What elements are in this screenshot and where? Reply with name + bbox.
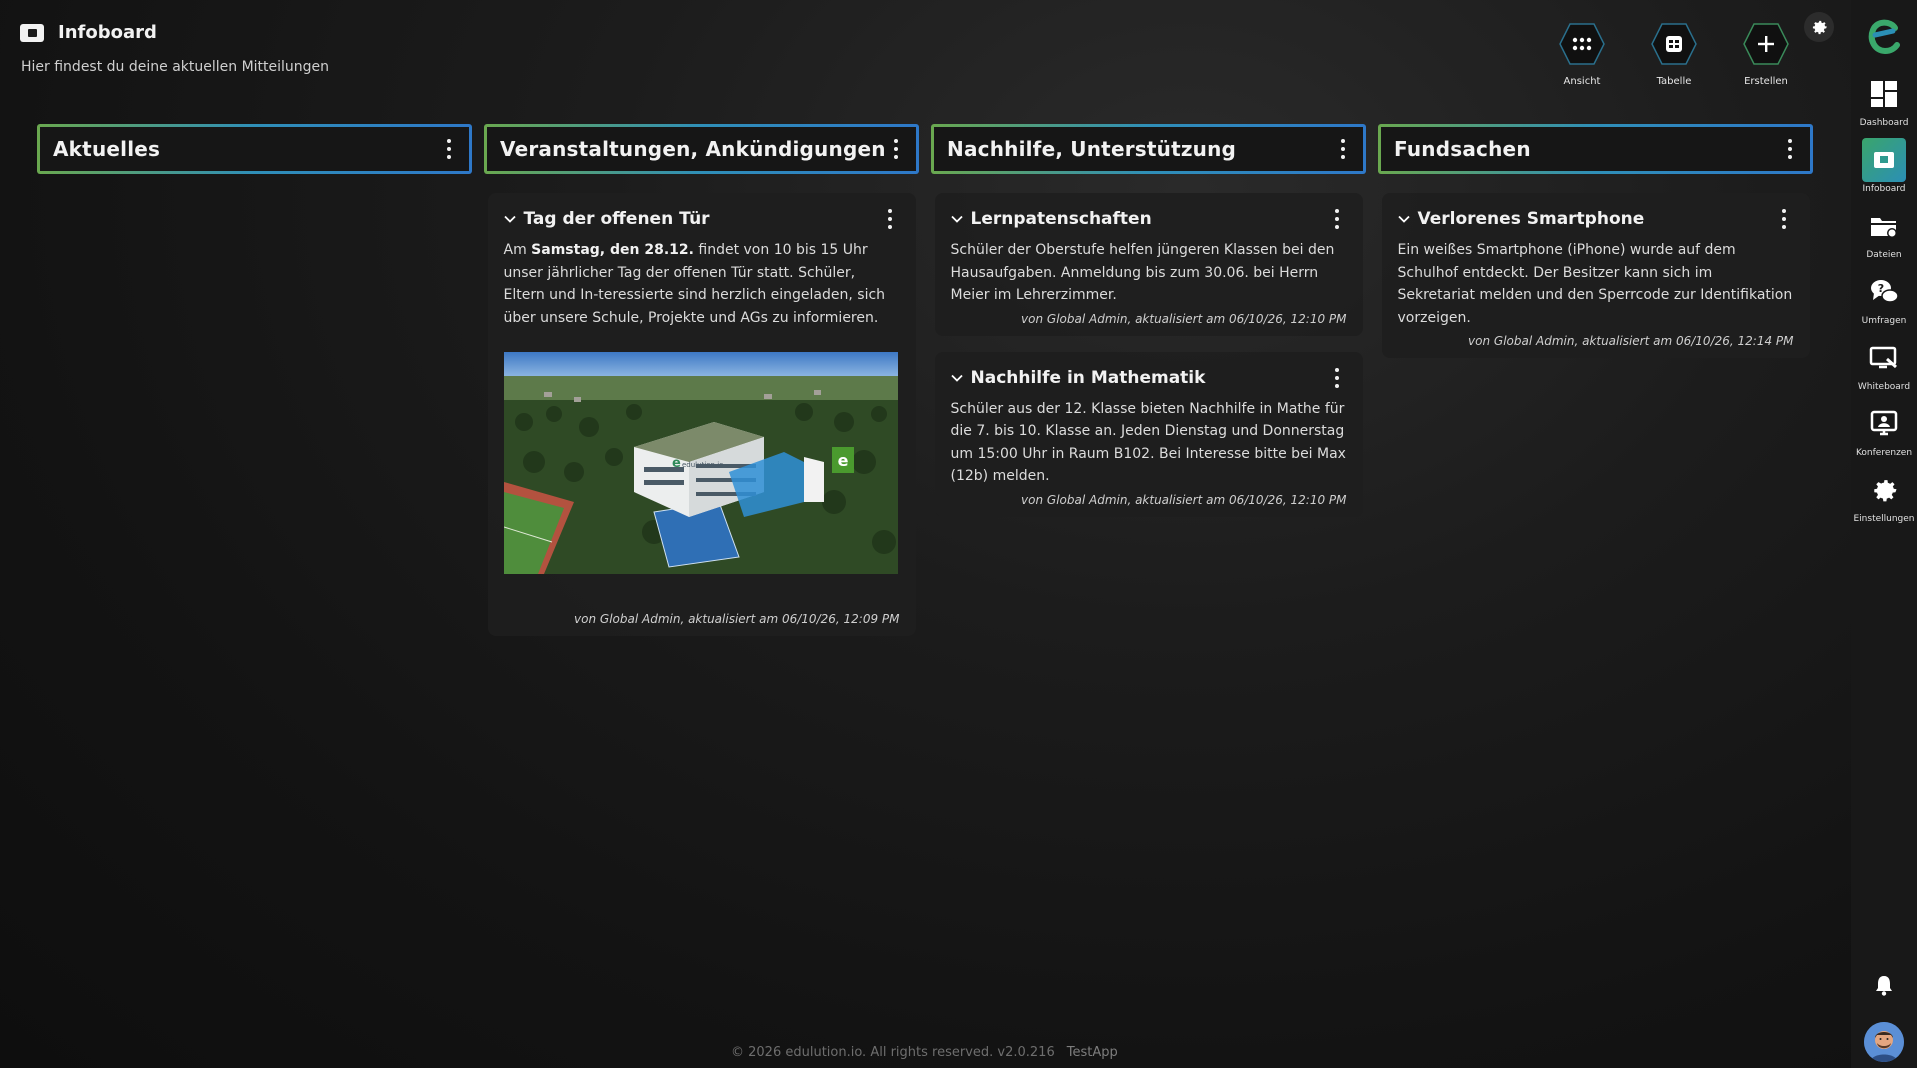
chevron-down-icon[interactable]: [950, 215, 963, 223]
user-avatar[interactable]: [1864, 1022, 1904, 1062]
sidebar: Dashboard Infoboard Dateien ? Umfragen W…: [1851, 0, 1917, 1068]
column-header: Nachhilfe, Unterstützung: [931, 124, 1366, 174]
sidebar-item-label: Infoboard: [1862, 184, 1906, 194]
footer: © 2026 edulution.io. All rights reserved…: [731, 1045, 1118, 1060]
column-menu-icon[interactable]: [886, 136, 906, 162]
column-title: Aktuelles: [53, 137, 161, 161]
column-header: Aktuelles: [37, 124, 472, 174]
sidebar-nav: Dashboard Infoboard Dateien ? Umfragen W…: [1853, 72, 1915, 524]
card-meta: von Global Admin, aktualisiert am 06/10/…: [1021, 492, 1347, 507]
card-title: Lernpatenschaften: [970, 209, 1152, 229]
card-lernpatenschaften[interactable]: Lernpatenschaften Schüler der Oberstufe …: [934, 193, 1363, 336]
column-veranstaltungen: Veranstaltungen, Ankündigungen Tag der o…: [484, 124, 919, 636]
column-title: Veranstaltungen, Ankündigungen: [500, 137, 886, 161]
column-menu-icon[interactable]: [1333, 136, 1353, 162]
column-aktuelles: Aktuelles: [37, 124, 472, 636]
sidebar-item-konferenzen[interactable]: Konferenzen: [1854, 402, 1914, 458]
sidebar-item-label: Konferenzen: [1855, 448, 1913, 458]
card-meta: von Global Admin, aktualisiert am 06/10/…: [1468, 334, 1794, 348]
svg-text:edulution.io: edulution.io: [682, 461, 723, 469]
card-list: Lernpatenschaften Schüler der Oberstufe …: [931, 193, 1366, 517]
sidebar-item-whiteboard[interactable]: Whiteboard: [1854, 336, 1914, 392]
footer-app-name: TestApp: [1066, 1045, 1118, 1060]
settings-button[interactable]: [1804, 12, 1834, 42]
infoboard-icon: [20, 23, 44, 42]
card-body: Schüler der Oberstufe helfen jüngeren Kl…: [950, 242, 1335, 303]
column-menu-icon[interactable]: [1780, 136, 1800, 162]
column-title: Nachhilfe, Unterstützung: [947, 137, 1237, 161]
sidebar-item-infoboard[interactable]: Infoboard: [1854, 138, 1914, 194]
card-body: Ein weißes Smartphone (iPhone) wurde auf…: [1397, 242, 1793, 326]
table-icon: [1666, 36, 1682, 52]
gear-icon: [1874, 480, 1897, 502]
card-menu-icon[interactable]: [880, 206, 900, 232]
grid-dots-icon: [1572, 37, 1592, 51]
folder-icon: [1871, 218, 1897, 238]
page-subtitle: Hier findest du deine aktuellen Mitteilu…: [21, 59, 330, 75]
svg-text:e: e: [837, 451, 848, 470]
column-menu-icon[interactable]: [439, 136, 459, 162]
card-list: Verlorenes Smartphone Ein weißes Smartph…: [1378, 193, 1813, 358]
card-title: Tag der offenen Tür: [523, 209, 710, 229]
footer-copyright: © 2026 edulution.io. All rights reserved…: [731, 1045, 1055, 1060]
conference-icon: [1870, 410, 1898, 436]
sidebar-item-einstellungen[interactable]: Einstellungen: [1853, 468, 1915, 524]
page-header: Infoboard Hier findest du deine aktuelle…: [20, 22, 329, 75]
sidebar-item-label: Whiteboard: [1857, 382, 1911, 392]
sidebar-item-dateien[interactable]: Dateien: [1854, 204, 1914, 260]
gear-icon: [1812, 20, 1827, 35]
sidebar-item-label: Dateien: [1866, 250, 1902, 260]
sidebar-item-label: Umfragen: [1861, 316, 1907, 326]
card-meta: von Global Admin, aktualisiert am 06/10/…: [574, 612, 900, 626]
card-menu-icon[interactable]: [1327, 206, 1347, 232]
column-header: Veranstaltungen, Ankündigungen: [484, 124, 919, 174]
card-list: Tag der offenen Tür Am Samstag, den 28.1…: [484, 193, 919, 636]
card-menu-icon[interactable]: [1327, 365, 1347, 391]
toolbar: Ansicht Tabelle Erstellen: [1559, 22, 1789, 87]
chevron-down-icon[interactable]: [950, 374, 963, 382]
create-button[interactable]: Erstellen: [1743, 22, 1789, 87]
column-header: Fundsachen: [1378, 124, 1813, 174]
page-title: Infoboard: [58, 22, 157, 43]
card-title: Nachhilfe in Mathematik: [970, 367, 1206, 388]
card-menu-icon[interactable]: [1774, 206, 1794, 232]
column-fundsachen: Fundsachen Verlorenes Smartphone Ein wei…: [1378, 124, 1813, 636]
board-columns: Aktuelles Veranstaltungen, Ankündigungen…: [37, 124, 1813, 636]
survey-chat-icon: ?: [1871, 280, 1899, 303]
edulution-logo-icon[interactable]: [1867, 18, 1901, 58]
column-nachhilfe: Nachhilfe, Unterstützung Lernpatenschaft…: [931, 124, 1366, 636]
card-meta: von Global Admin, aktualisiert am 06/10/…: [1021, 311, 1347, 326]
card-body: Schüler aus der 12. Klasse bieten Nachhi…: [950, 400, 1346, 485]
card-body: Am Samstag, den 28.12. findet von 10 bis…: [503, 242, 886, 326]
table-button[interactable]: Tabelle: [1651, 22, 1697, 87]
create-button-label: Erstellen: [1744, 76, 1788, 87]
card-verlorenes-smartphone[interactable]: Verlorenes Smartphone Ein weißes Smartph…: [1381, 193, 1810, 358]
sidebar-item-umfragen[interactable]: ? Umfragen: [1854, 270, 1914, 326]
svg-text:e: e: [672, 456, 681, 471]
school-building-aerial-image: e e edulution.io: [503, 352, 898, 574]
view-button[interactable]: Ansicht: [1559, 22, 1605, 87]
infoboard-icon: [1874, 152, 1894, 168]
sidebar-item-dashboard[interactable]: Dashboard: [1854, 72, 1914, 128]
sidebar-item-label: Einstellungen: [1853, 514, 1915, 524]
sidebar-item-label: Dashboard: [1859, 118, 1909, 128]
bell-icon[interactable]: [1874, 974, 1894, 1000]
dashboard-icon: [1871, 81, 1897, 107]
card-title: Verlorenes Smartphone: [1417, 209, 1645, 229]
table-button-label: Tabelle: [1656, 76, 1692, 87]
chevron-down-icon[interactable]: [503, 215, 516, 223]
chevron-down-icon[interactable]: [1397, 215, 1410, 223]
view-button-label: Ansicht: [1563, 76, 1601, 87]
plus-icon: [1758, 36, 1774, 52]
svg-text:?: ?: [1878, 282, 1884, 295]
card-tag-der-offenen-tuer[interactable]: Tag der offenen Tür Am Samstag, den 28.1…: [487, 193, 916, 636]
whiteboard-icon: [1869, 346, 1897, 369]
card-nachhilfe-mathematik[interactable]: Nachhilfe in Mathematik Schüler aus der …: [934, 351, 1363, 517]
column-title: Fundsachen: [1394, 137, 1531, 161]
